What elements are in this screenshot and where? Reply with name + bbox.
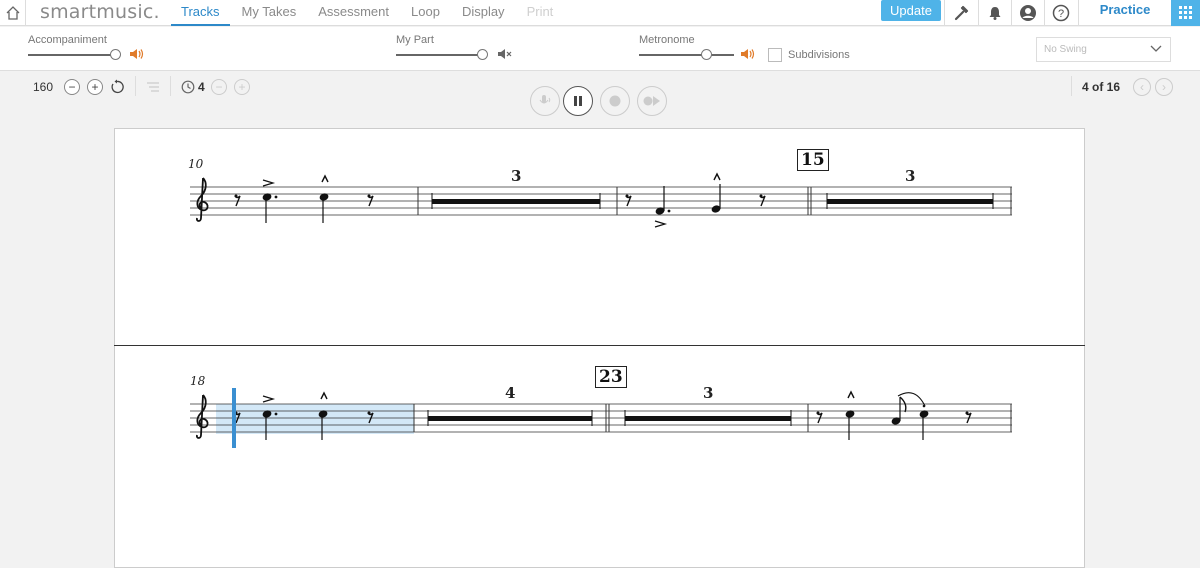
loop-selection-highlight[interactable] [216,404,414,434]
staff-system-1 [189,172,1013,228]
score-notation[interactable] [0,0,1200,555]
playback-cursor [232,388,236,448]
staff-system-2 [189,388,1013,448]
